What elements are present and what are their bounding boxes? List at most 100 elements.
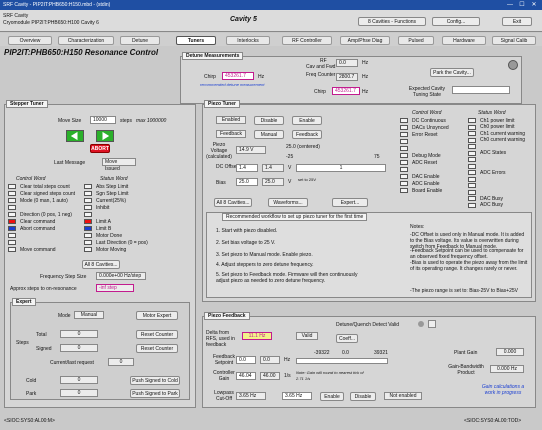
mode-label: Mode	[58, 313, 71, 319]
stepper-panel-title: Stepper Tuner	[6, 100, 48, 108]
piezo-control-bit-indicator	[400, 139, 408, 144]
reset-total-button[interactable]: Reset Counter	[136, 330, 178, 339]
chirp-unit: Hz	[258, 74, 265, 80]
piezo-enable-button[interactable]: Enable	[292, 116, 322, 125]
piezo-voltage-value: 14.9 V	[236, 146, 266, 154]
tab-pulsed[interactable]: Pulsed	[398, 36, 434, 45]
stepper-status-bit-indicator	[84, 184, 92, 189]
piezo-control-bit-label: ADC Enable	[412, 180, 440, 187]
dc-offset-input[interactable]: 1.4	[236, 164, 258, 172]
piezo-voltage-label: Piezo Voltage (calculated)	[206, 142, 232, 160]
tab-characterization[interactable]: Characterization	[58, 36, 114, 45]
stepper-control-bit-indicator	[8, 219, 16, 224]
piezo-status-bit-indicator	[468, 144, 476, 149]
tab-overview[interactable]: Overview	[8, 36, 52, 45]
stepper-status-bit-indicator	[84, 198, 92, 203]
page-title: PIP2IT:PHB650:H150 Resonance Control	[4, 48, 159, 57]
workflow-step: 4. Adjust steppers to zero detune freque…	[216, 262, 314, 268]
piezo-control-bit-indicator	[400, 132, 408, 137]
move-left-arrow-icon[interactable]	[66, 130, 84, 142]
stepper-control-bit-indicator	[8, 198, 16, 203]
piezo-status-bit-indicator	[468, 150, 476, 156]
ctrl-gain-input[interactable]: 46.04	[236, 372, 256, 380]
stepper-all8-button[interactable]: All 8 Cavities...	[82, 260, 120, 269]
plant-gain-label: Plant Gain	[454, 350, 478, 356]
cold-value: 0	[60, 376, 98, 384]
stepper-control-bit-label: Mode (0 man, 1 auto)	[20, 197, 68, 204]
move-size-input[interactable]: 10000	[90, 116, 116, 124]
stepper-control-bit-indicator	[8, 212, 16, 217]
ctrl-gain-label: Controller Gain	[213, 370, 235, 382]
tab-rf-controller[interactable]: RF Controller	[282, 36, 332, 45]
delta-valid-status: Valid	[296, 332, 318, 340]
stepper-control-bit-indicator	[8, 247, 16, 252]
ctrl-gain-readback: 46.00	[260, 372, 280, 380]
dc-offset-slider[interactable]: 1	[296, 164, 386, 172]
maximize-icon[interactable]: ☐	[516, 0, 528, 10]
park-cavity-button[interactable]: Park the Cavity...	[430, 68, 474, 77]
piezo-control-bit-label: Error Reset	[412, 131, 438, 138]
piezo-control-bit-label: Board Enable	[412, 187, 443, 194]
detect-valid-icon[interactable]	[428, 320, 436, 328]
tab-tuners[interactable]: Tuners	[176, 36, 216, 45]
stepper-control-bit-indicator	[8, 205, 16, 210]
lowpass-input[interactable]: 3.65 Hz	[282, 392, 312, 400]
piezo-disable-button[interactable]: Disable	[254, 116, 284, 125]
piezo-all8-button[interactable]: All 8 Cavities...	[214, 198, 252, 207]
chirp-label: Chirp	[204, 74, 216, 80]
close-icon[interactable]: ✕	[528, 0, 540, 10]
footer-left: <SIOC:SYS0:AL00:M>	[4, 418, 55, 424]
piezo-status-bit-label: ADC Busy	[480, 202, 504, 208]
stepper-status-bit-label: Limit A	[96, 218, 112, 225]
gain-note: Note: Gain will round to nearest tick of…	[296, 370, 364, 381]
piezo-control-bit-indicator	[400, 153, 408, 158]
piezo-control-bit-indicator	[400, 188, 408, 193]
tab-amp-phase-diag[interactable]: Amp/Phse Diag	[340, 36, 390, 45]
waveforms-button[interactable]: Waveforms...	[268, 198, 308, 207]
max-note: max 1000000	[136, 118, 167, 124]
piezo-expert-button[interactable]: Expert...	[332, 198, 368, 207]
tab-detune[interactable]: Detune	[120, 36, 160, 45]
move-right-arrow-icon[interactable]	[96, 130, 114, 142]
tab-hardware[interactable]: Hardware	[442, 36, 486, 45]
total-label: Total	[36, 332, 47, 338]
abort-button[interactable]: ABORT	[90, 144, 110, 153]
setpoint-input[interactable]: 0.0	[236, 356, 256, 364]
lowpass-enable-button[interactable]: Enable	[320, 392, 344, 401]
config-button[interactable]: Config...	[432, 17, 480, 26]
stepper-status-bit-indicator	[84, 205, 92, 210]
push-signed-to-cold-button[interactable]: Push Signed to Cold	[130, 376, 180, 385]
exit-button[interactable]: Exit	[502, 17, 532, 26]
stepper-control-bit-indicator	[8, 226, 16, 231]
cavities-functions-button[interactable]: 8 Cavities - Functions	[358, 17, 426, 26]
tab-interlocks[interactable]: Interlocks	[226, 36, 270, 45]
approx-steps-value: -inf step	[96, 284, 134, 292]
piezo-status-bit-indicator	[468, 131, 476, 136]
plant-gain-value: 0.000	[496, 348, 524, 356]
minimize-icon[interactable]: —	[504, 0, 516, 10]
approx-steps-label: Approx steps to on-resonance	[10, 286, 77, 292]
setpoint-slider[interactable]	[296, 358, 388, 364]
stepper-control-bit-label: Clear command	[20, 218, 56, 225]
piezo-control-word-label: Control Word	[412, 110, 442, 116]
cav-fwd-label: Cav and Fwd	[306, 64, 336, 70]
tab-signal-calib[interactable]: Signal Calib	[492, 36, 536, 45]
park-value: 0	[60, 389, 98, 397]
last-message-value: Move Issued	[102, 158, 136, 172]
piezo-range-lo: -25	[286, 154, 294, 160]
motor-expert-button[interactable]: Motor Expert	[136, 311, 178, 320]
dc-offset-readback: 1.4	[262, 164, 284, 172]
piezo-manual-button[interactable]: Manual	[254, 130, 284, 139]
piezo-status-bit-indicator	[468, 176, 476, 182]
piezo-control-bit-indicator	[400, 174, 408, 179]
coeff-button[interactable]: Coeff...	[336, 334, 358, 343]
stepper-status-bit-indicator	[84, 240, 92, 245]
bias-input[interactable]: 25.0	[236, 178, 258, 186]
footer-right: <SIOC:SYS0:AL00:TOD>	[464, 418, 522, 424]
piezo-feedback-button[interactable]: Feedback	[292, 130, 322, 139]
lowpass-disable-button[interactable]: Disable	[350, 392, 376, 401]
reset-signed-button[interactable]: Reset Counter	[136, 344, 178, 353]
push-signed-to-park-button[interactable]: Push Signed to Park	[130, 389, 180, 398]
workflow-step: 1. Start with piezo disabled.	[216, 228, 278, 234]
stepper-status-bit-label: Last Direction (0 = pos)	[96, 239, 148, 246]
